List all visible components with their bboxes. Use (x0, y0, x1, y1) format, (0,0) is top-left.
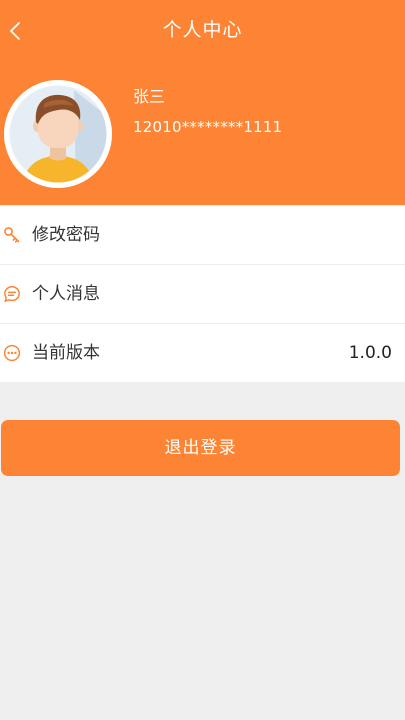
menu-item-change-password[interactable]: 修改密码 (0, 206, 405, 264)
menu-item-version[interactable]: 当前版本 1.0.0 (0, 324, 405, 382)
menu-item-messages[interactable]: 个人消息 (0, 265, 405, 323)
avatar-boy-illustration (4, 80, 112, 188)
key-icon (4, 227, 20, 243)
menu-label: 当前版本 (32, 343, 100, 363)
menu-label: 个人消息 (32, 284, 100, 304)
menu-label: 修改密码 (32, 225, 100, 245)
avatar[interactable] (4, 80, 112, 188)
page-title: 个人中心 (162, 19, 243, 41)
user-account: 12010********1111 (133, 118, 283, 136)
header-bar: 个人中心 张三 12010********1111 (0, 0, 405, 205)
settings-menu: 修改密码 个人消息 当前版本 1.0.0 (0, 206, 405, 382)
message-icon (4, 286, 20, 302)
user-name: 张三 (133, 87, 166, 106)
logout-button[interactable]: 退出登录 (1, 420, 400, 476)
more-dots-icon (3, 344, 21, 362)
app-version-value: 1.0.0 (348, 343, 392, 363)
